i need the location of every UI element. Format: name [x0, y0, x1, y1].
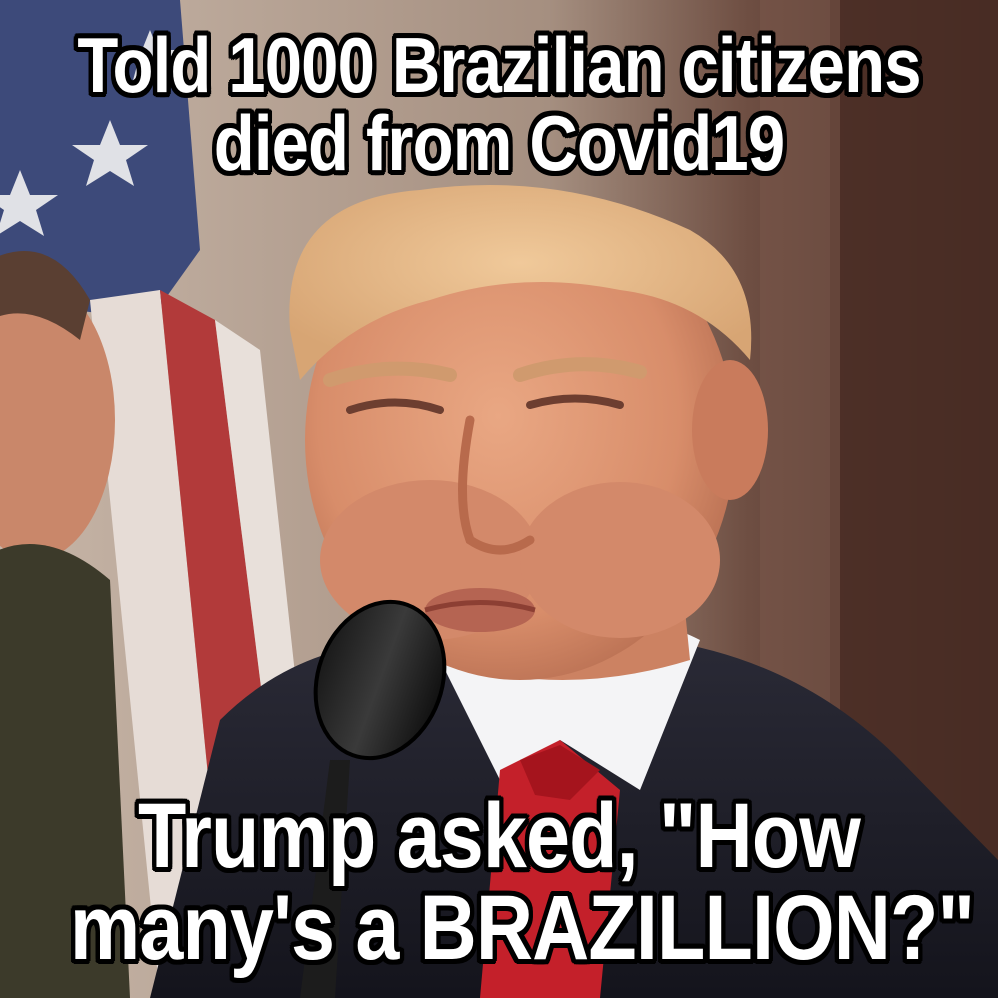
top-caption: Told 1000 Brazilian citizens died from C… [70, 26, 928, 182]
top-caption-line-2: died from Covid19 [213, 99, 785, 187]
bottom-caption-line-2: many's a BRAZILLION?" [69, 877, 975, 979]
meme-image: Told 1000 Brazilian citizens died from C… [0, 0, 998, 998]
bottom-caption: Trump asked, "How many's a BRAZILLION?" [69, 785, 975, 979]
top-caption-line-1: Told 1000 Brazilian citizens [77, 21, 921, 109]
bottom-caption-line-1: Trump asked, "How [138, 785, 861, 887]
